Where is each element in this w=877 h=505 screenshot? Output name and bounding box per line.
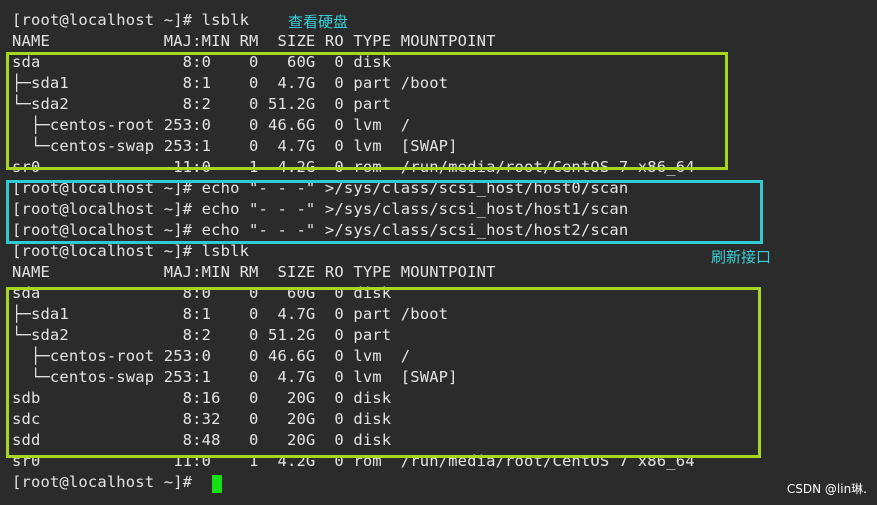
lsblk-row-sda1: ├─sda1 8:1 0 4.7G 0 part /boot <box>12 74 449 92</box>
lsblk-row-centos-swap: └─centos-swap 253:1 0 4.7G 0 lvm [SWAP] <box>12 137 458 155</box>
terminal-cursor <box>212 475 222 493</box>
prompt-lsblk-command-second: [root@localhost ~]# lsblk <box>12 242 250 260</box>
lsblk-header-row-second: NAME MAJ:MIN RM SIZE RO TYPE MOUNTPOINT <box>12 263 496 281</box>
lsblk-row-sda-second: sda 8:0 0 60G 0 disk <box>12 284 392 302</box>
echo-scan-host1-command: [root@localhost ~]# echo "- - -" >/sys/c… <box>12 200 629 218</box>
lsblk-row-centos-root-second: ├─centos-root 253:0 0 46.6G 0 lvm / <box>12 347 411 365</box>
lsblk-row-sda1-second: ├─sda1 8:1 0 4.7G 0 part /boot <box>12 305 449 323</box>
command-prompt-input[interactable]: [root@localhost ~]# <box>12 472 202 493</box>
lsblk-row-sda2-second: └─sda2 8:2 0 51.2G 0 part <box>12 326 392 344</box>
annotation-view-disks: 查看硬盘 <box>288 13 349 31</box>
lsblk-header-row: NAME MAJ:MIN RM SIZE RO TYPE MOUNTPOINT <box>12 32 496 50</box>
prompt-lsblk-command: [root@localhost ~]# lsblk <box>12 11 250 29</box>
lsblk-row-sdd: sdd 8:48 0 20G 0 disk <box>12 431 392 449</box>
lsblk-row-centos-swap-second: └─centos-swap 253:1 0 4.7G 0 lvm [SWAP] <box>12 368 458 386</box>
echo-scan-host0-command: [root@localhost ~]# echo "- - -" >/sys/c… <box>12 179 629 197</box>
annotation-refresh-interface: 刷新接口 <box>711 248 772 266</box>
lsblk-row-sdc: sdc 8:32 0 20G 0 disk <box>12 410 392 428</box>
lsblk-row-sdb: sdb 8:16 0 20G 0 disk <box>12 389 392 407</box>
lsblk-row-sda2: └─sda2 8:2 0 51.2G 0 part <box>12 95 392 113</box>
csdn-watermark: CSDN @lin琳. <box>786 482 867 496</box>
lsblk-row-sr0: sr0 11:0 1 4.2G 0 rom /run/media/root/Ce… <box>12 158 695 176</box>
lsblk-row-centos-root: ├─centos-root 253:0 0 46.6G 0 lvm / <box>12 116 411 134</box>
lsblk-row-sda: sda 8:0 0 60G 0 disk <box>12 53 392 71</box>
echo-scan-host2-command: [root@localhost ~]# echo "- - -" >/sys/c… <box>12 221 629 239</box>
lsblk-row-sr0-second: sr0 11:0 1 4.2G 0 rom /run/media/root/Ce… <box>12 452 695 470</box>
